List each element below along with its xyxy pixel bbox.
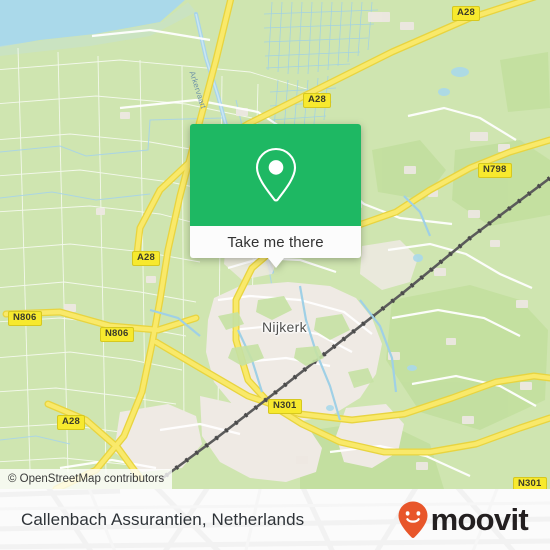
road-shield-n806-east[interactable]: N806: [100, 327, 134, 342]
moovit-wordmark: moovit: [430, 502, 529, 537]
map-screenshot: Nijkerk Arkervaart A28 A28 N798 A28 N806…: [0, 0, 550, 550]
callout-pointer: [267, 258, 284, 268]
road-shield-n798[interactable]: N798: [478, 163, 512, 178]
road-shield-n301-east[interactable]: N301: [513, 477, 547, 489]
location-callout-card[interactable]: Take me there: [190, 124, 361, 268]
footer-bar: Callenbach Assurantien, Netherlands moov…: [0, 489, 550, 550]
map-attribution[interactable]: © OpenStreetMap contributors: [0, 469, 173, 489]
attribution-text: © OpenStreetMap contributors: [8, 473, 165, 485]
road-shield-n806-west[interactable]: N806: [8, 311, 42, 326]
map-pin-icon: [255, 147, 296, 202]
callout-icon-area: [190, 124, 361, 226]
map-place-label-nijkerk: Nijkerk: [262, 319, 307, 335]
moovit-logo[interactable]: moovit: [397, 500, 529, 540]
map-canvas[interactable]: Nijkerk Arkervaart A28 A28 N798 A28 N806…: [0, 0, 550, 489]
moovit-smiley-pin-icon: [398, 501, 428, 538]
road-shield-a28-south[interactable]: A28: [57, 415, 86, 430]
road-shield-n301-center[interactable]: N301: [268, 399, 302, 414]
road-shield-a28-mid[interactable]: A28: [132, 251, 161, 266]
location-title: Callenbach Assurantien, Netherlands: [21, 509, 305, 529]
road-shield-a28-north[interactable]: A28: [452, 6, 481, 21]
take-me-there-button[interactable]: Take me there: [190, 226, 361, 258]
road-shield-a28-upper[interactable]: A28: [303, 93, 332, 108]
